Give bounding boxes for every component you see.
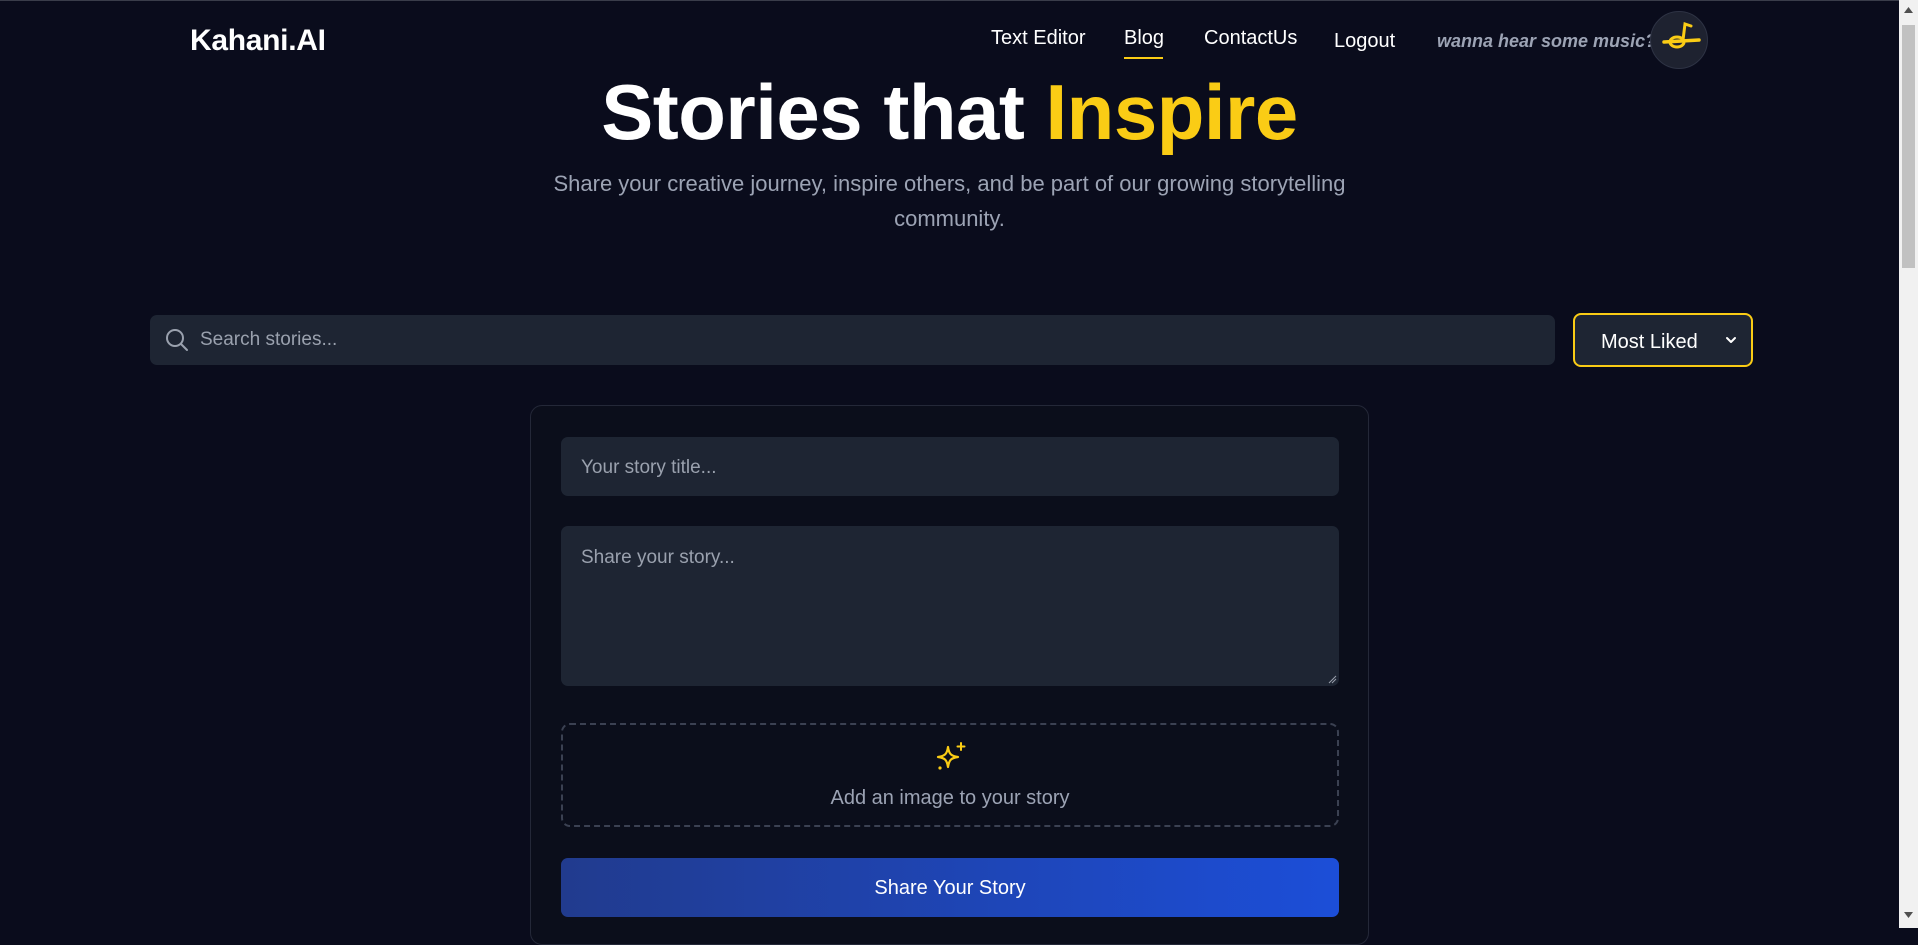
nav-active-indicator (1124, 57, 1163, 59)
share-story-button[interactable]: Share Your Story (561, 858, 1339, 917)
story-title-placeholder: Your story title... (581, 457, 717, 478)
top-border (0, 0, 1918, 1)
search-icon (166, 329, 188, 351)
nav-blog[interactable]: Blog (1124, 27, 1164, 50)
nav-contact-us[interactable]: ContactUs (1204, 27, 1297, 50)
page-scrollbar[interactable] (1899, 0, 1918, 928)
hero-title-main: Stories that (601, 68, 1046, 156)
add-image-dropzone[interactable]: Add an image to your story (561, 723, 1339, 827)
sparkles-icon (936, 742, 966, 770)
story-body-placeholder: Share your story... (581, 547, 735, 568)
share-story-label: Share Your Story (874, 877, 1026, 899)
search-input[interactable]: Search stories... (150, 315, 1555, 365)
scrollbar-thumb[interactable] (1902, 25, 1915, 268)
scroll-up-icon[interactable] (1903, 6, 1914, 14)
sort-selected-value: Most Liked (1601, 331, 1698, 353)
add-image-label: Add an image to your story (830, 787, 1070, 809)
music-prompt: wanna hear some music? (1437, 31, 1657, 51)
music-toggle-button[interactable] (1650, 11, 1708, 69)
music-off-icon (1662, 21, 1701, 49)
chevron-down-icon (1726, 337, 1736, 343)
nav-text-editor[interactable]: Text Editor (991, 27, 1085, 50)
hero-title: Stories that Inspire (0, 66, 1899, 158)
nav-logout[interactable]: Logout (1334, 30, 1395, 53)
hero-title-accent: Inspire (1045, 68, 1299, 156)
story-body-textarea[interactable]: Share your story... (561, 526, 1339, 686)
resize-grip-icon[interactable] (1327, 674, 1337, 684)
hero-subtitle: Share your creative journey, inspire oth… (553, 171, 1346, 231)
story-title-input[interactable]: Your story title... (561, 437, 1339, 496)
sort-select[interactable]: Most Liked (1573, 313, 1753, 367)
site-logo[interactable]: Kahani.AI (190, 24, 326, 58)
scroll-down-icon[interactable] (1903, 911, 1914, 919)
search-placeholder: Search stories... (200, 329, 338, 350)
